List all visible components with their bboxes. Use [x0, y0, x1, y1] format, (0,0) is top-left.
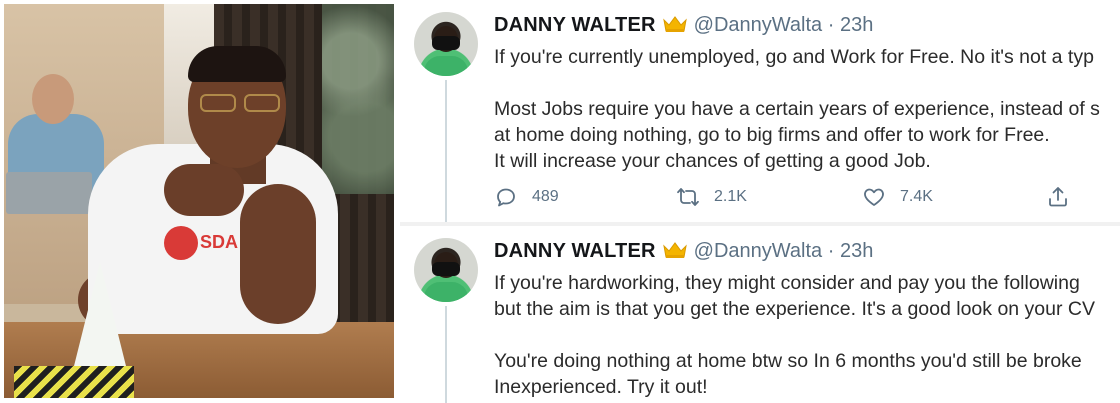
tweet-text: If you're hardworking, they might consid…: [494, 270, 1120, 400]
reply-icon: [497, 188, 515, 207]
tweet-line: If you're currently unemployed, go and W…: [494, 46, 1094, 68]
photo-shirt-logo-mark: [164, 226, 198, 260]
tweet-header: DANNY WALTER @DannyWalta · 23h: [494, 237, 873, 265]
tweet-line: Inexperienced. Try it out!: [494, 376, 708, 398]
tweet-line: You're doing nothing at home btw so In 6…: [494, 350, 1082, 372]
photo-laptop: [6, 172, 92, 214]
separator-dot: ·: [827, 14, 835, 36]
tweet-line: If you're hardworking, they might consid…: [494, 272, 1080, 294]
display-name[interactable]: DANNY WALTER: [494, 240, 656, 262]
tweet-line: It will increase your chances of getting…: [494, 150, 931, 172]
like-count: 7.4K: [900, 188, 933, 205]
tweet-line: Most Jobs require you have a certain yea…: [494, 98, 1100, 120]
photo-background-person-head: [32, 74, 74, 124]
handle[interactable]: @DannyWalta: [694, 14, 823, 36]
photo-hand: [164, 164, 244, 216]
photo-glasses: [200, 94, 290, 112]
tweet-line: but the aim is that you get the experien…: [494, 298, 1095, 320]
avatar[interactable]: [414, 12, 478, 76]
timestamp[interactable]: 23h: [840, 240, 873, 262]
retweet-button[interactable]: 2.1K: [676, 183, 747, 211]
thread-line: [445, 306, 447, 403]
tweet[interactable]: DANNY WALTER @DannyWalta · 23h If you're…: [400, 0, 1120, 222]
photo-striped-box: [14, 366, 134, 398]
photo-plant: [322, 4, 394, 194]
separator-dot: ·: [827, 240, 835, 262]
reply-count: 489: [532, 188, 559, 205]
share-button[interactable]: [1046, 183, 1084, 211]
tweet-text: If you're currently unemployed, go and W…: [494, 44, 1120, 174]
tweet[interactable]: DANNY WALTER @DannyWalta · 23h If you're…: [400, 226, 1120, 403]
like-button[interactable]: 7.4K: [862, 183, 933, 211]
thread-line: [445, 80, 447, 222]
tweet-actions: 489 2.1K 7.4K: [494, 183, 1120, 211]
retweet-count: 2.1K: [714, 188, 747, 205]
retweet-icon: [677, 188, 699, 206]
handle[interactable]: @DannyWalta: [694, 240, 823, 262]
heart-icon: [864, 188, 884, 206]
photo-raised-arm: [240, 184, 316, 324]
reply-button[interactable]: 489: [494, 183, 559, 211]
timestamp[interactable]: 23h: [840, 14, 873, 36]
share-icon: [1049, 187, 1067, 207]
photo-hair: [188, 46, 286, 82]
crown-icon: [662, 14, 688, 34]
tweet-thread: DANNY WALTER @DannyWalta · 23h If you're…: [400, 0, 1120, 403]
tweet-header: DANNY WALTER @DannyWalta · 23h: [494, 11, 873, 39]
avatar[interactable]: [414, 238, 478, 302]
tweet-line: at home doing nothing, go to big firms a…: [494, 124, 1050, 146]
display-name[interactable]: DANNY WALTER: [494, 14, 656, 36]
photo: SDA: [4, 4, 394, 398]
crown-icon: [662, 240, 688, 260]
